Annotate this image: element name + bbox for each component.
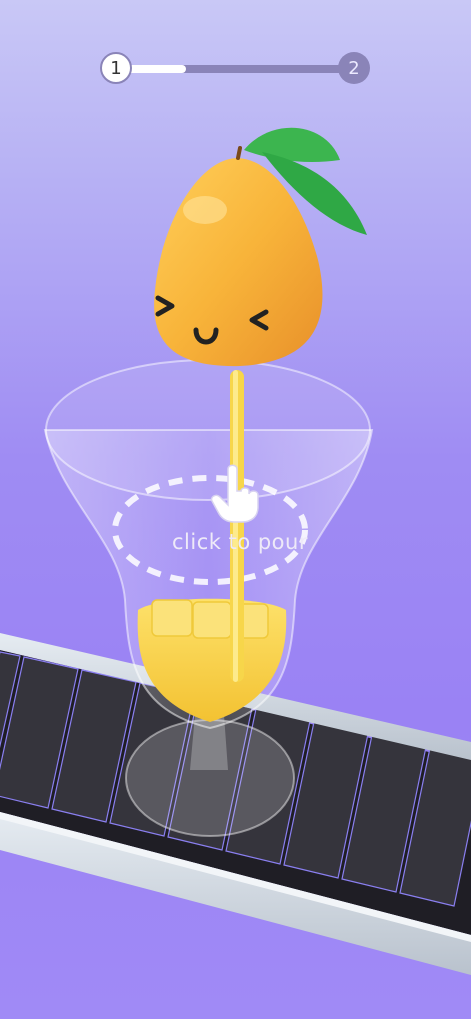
mango-character[interactable] [154,127,367,367]
click-to-pour-hint: click to pour [172,530,308,554]
leaf-icon [244,127,340,162]
level-progress-track [116,65,356,73]
juice-stream [230,370,244,682]
hand-pointer-icon [210,464,259,523]
ice-cubes [151,599,269,639]
current-level-badge: 1 [100,52,132,84]
next-level-badge: 2 [338,52,370,84]
level-progress: 1 2 [0,0,471,110]
